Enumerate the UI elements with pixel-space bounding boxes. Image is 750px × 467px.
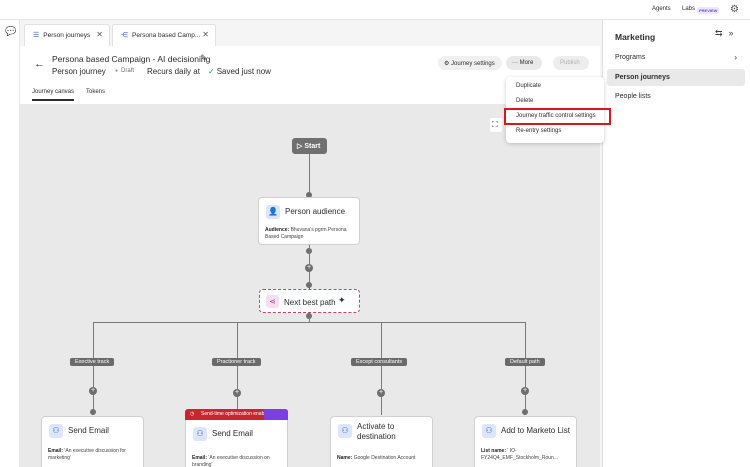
card-title: Activate to destination bbox=[357, 422, 396, 441]
right-panel: Marketing ⇆» Programs › Person journeys P… bbox=[602, 20, 750, 467]
branch-icon: ⋖ bbox=[266, 295, 279, 308]
highlight-box bbox=[504, 108, 611, 125]
menu-item-delete[interactable]: Delete bbox=[516, 98, 533, 104]
add-step-button[interactable]: + bbox=[377, 389, 385, 397]
add-to-marketo-list-card[interactable]: ⚇ Add to Marketo List List name: ' IO-FY… bbox=[474, 416, 577, 467]
path-label[interactable]: Practioner track bbox=[212, 358, 261, 366]
top-bar: Agents Labs PREVIEW ⚙ bbox=[0, 0, 750, 20]
chat-icon[interactable]: 💬 bbox=[5, 26, 16, 37]
page-title: Persona based Campaign - AI decisioning bbox=[52, 54, 211, 64]
ellipsis-icon: ··· bbox=[512, 60, 520, 66]
connector-dot bbox=[522, 409, 528, 415]
more-button[interactable]: ··· More bbox=[506, 56, 542, 70]
journey-type: Person journey bbox=[52, 67, 106, 76]
gear-icon: ⚙ bbox=[444, 61, 452, 67]
card-desc: Name: Google Destination Account bbox=[337, 455, 416, 461]
check-circle-icon: ✓ bbox=[208, 67, 215, 76]
tab-bar: ☰ Person journeys ✕ ⋲ Persona based Camp..… bbox=[20, 20, 600, 46]
saved-status: ✓ Saved just now bbox=[208, 67, 271, 76]
nav-item-person-journeys[interactable]: Person journeys bbox=[607, 69, 745, 86]
send-email-card[interactable]: ⚇ Send Email Email: 'An executive discus… bbox=[41, 416, 144, 467]
publish-button[interactable]: Publish bbox=[553, 56, 589, 70]
card-title: Person audience bbox=[285, 207, 346, 216]
edit-pencil-icon[interactable]: ✎ bbox=[200, 53, 208, 64]
path-label[interactable]: Except consultants bbox=[351, 358, 408, 366]
tab-journey-canvas[interactable]: Journey canvas bbox=[32, 89, 75, 101]
journey-canvas[interactable]: ⛶ ▷ Start 👤 Person audience Audience: Bh… bbox=[20, 104, 600, 467]
nav-item-programs[interactable]: Programs › bbox=[607, 49, 745, 66]
journey-settings-button[interactable]: ⚙ Journey settings bbox=[438, 56, 502, 70]
ai-sparkle-icon: ✦ bbox=[338, 295, 346, 305]
panel-title: Marketing bbox=[615, 32, 656, 42]
activate-destination-card[interactable]: ⚇ Activate to destination Name: Google D… bbox=[330, 416, 433, 467]
tab-tokens[interactable]: Tokens bbox=[86, 89, 105, 95]
add-step-button[interactable]: + bbox=[89, 387, 97, 395]
chevron-right-icon: › bbox=[734, 53, 737, 62]
collapse-icon[interactable]: » bbox=[729, 28, 740, 38]
clock-icon: ◷ bbox=[190, 411, 195, 417]
preview-badge: PREVIEW bbox=[697, 7, 720, 14]
fit-icon[interactable]: ⛶ bbox=[490, 118, 502, 132]
next-best-path-node[interactable]: ⋖ Next best path ✦ bbox=[259, 289, 360, 313]
card-title: Send Email bbox=[212, 429, 253, 438]
close-icon[interactable]: ✕ bbox=[96, 30, 103, 39]
send-email-card[interactable]: ⚇ Send Email Email: 'An executive discus… bbox=[185, 419, 288, 467]
person-icon: 👤 bbox=[266, 205, 280, 219]
list-add-icon: ⚇ bbox=[482, 424, 496, 438]
email-icon: ⚇ bbox=[193, 427, 207, 441]
destination-icon: ⚇ bbox=[338, 424, 352, 438]
add-step-button[interactable]: + bbox=[233, 389, 241, 397]
connector-dot bbox=[90, 409, 96, 415]
path-label[interactable]: Exective track bbox=[70, 358, 115, 366]
tab-label: Persona based Camp... bbox=[132, 32, 201, 39]
card-desc: Email: 'An executive discussion for mark… bbox=[48, 448, 126, 461]
gear-icon[interactable]: ⚙ bbox=[730, 4, 739, 15]
path-label[interactable]: Default path bbox=[505, 358, 545, 366]
send-time-badge: ◷ Send-time optimization enabled bbox=[185, 409, 288, 420]
connector-dot bbox=[306, 282, 312, 288]
card-title: Add to Marketo List bbox=[501, 426, 570, 435]
email-icon: ⚇ bbox=[49, 424, 63, 438]
tab-person-journeys[interactable]: ☰ Person journeys ✕ bbox=[24, 24, 110, 46]
status-badge: Draft bbox=[115, 68, 134, 74]
card-desc: Email: 'An executive discussion on brand… bbox=[192, 455, 270, 467]
labs-link[interactable]: Labs bbox=[682, 6, 695, 12]
swap-icon[interactable]: ⇆ bbox=[715, 28, 729, 38]
menu-item-duplicate[interactable]: Duplicate bbox=[516, 83, 541, 89]
card-desc: List name: ' IO-FY24Q4_EMF_Stockholm_Rou… bbox=[481, 448, 558, 461]
schedule-text: Recurs daily at bbox=[147, 67, 200, 76]
agents-link[interactable]: Agents bbox=[652, 6, 671, 12]
left-rail: 💬 bbox=[0, 20, 20, 467]
node-title: Next best path bbox=[284, 298, 336, 307]
add-step-button[interactable]: + bbox=[305, 264, 313, 272]
back-arrow-icon[interactable]: ← bbox=[34, 58, 45, 70]
menu-item-reentry[interactable]: Re-entry settings bbox=[516, 128, 561, 134]
tab-persona-campaign[interactable]: ⋲ Persona based Camp... ✕ bbox=[112, 24, 216, 46]
start-node[interactable]: ▷ Start bbox=[292, 138, 327, 154]
nav-item-people-lists[interactable]: People lists bbox=[607, 88, 745, 105]
journey-icon: ⋲ bbox=[121, 32, 128, 39]
person-audience-card[interactable]: 👤 Person audience Audience: Bhuvana's pg… bbox=[258, 197, 360, 245]
tab-label: Person journeys bbox=[43, 32, 91, 39]
close-icon[interactable]: ✕ bbox=[202, 30, 209, 39]
card-title: Send Email bbox=[68, 426, 109, 435]
card-desc: Audience: Bhuvana's pgrm.Persona Based C… bbox=[265, 227, 347, 240]
add-step-button[interactable]: + bbox=[521, 387, 529, 395]
list-icon: ☰ bbox=[33, 32, 40, 39]
